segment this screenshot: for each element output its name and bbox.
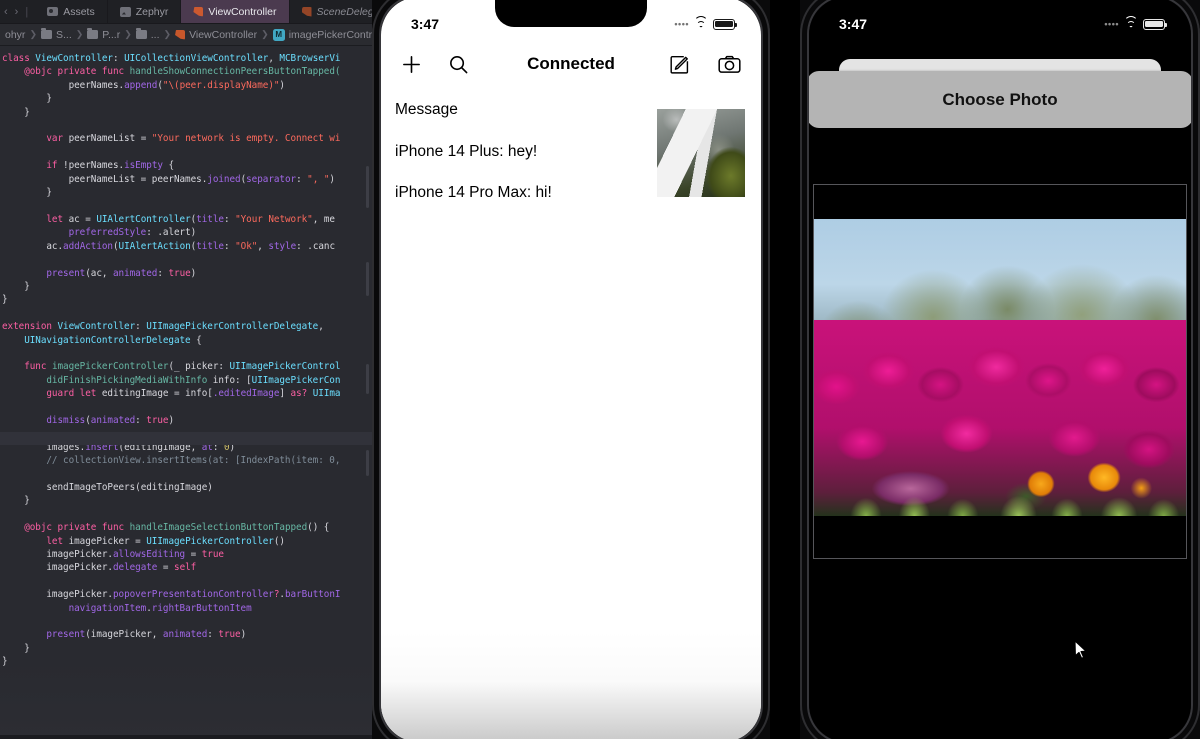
status-indicators: •••• [674,19,735,30]
status-time: 3:47 [839,16,867,32]
swift-file-icon [175,30,185,40]
message-image-thumbnail[interactable] [657,109,745,197]
nav-left-items [401,54,469,75]
breadcrumb-item-method[interactable]: imagePickerController(_:did [289,29,372,41]
back-arrow-icon[interactable]: ‹ [4,6,8,18]
chevron-right-icon: ❯ [164,29,172,40]
simulator-iphone-14-plus[interactable]: 3:47 •••• Connected [372,0,770,739]
simulator-iphone-14-pro-max[interactable]: 3:47 •••• Choose Photo [800,0,1200,739]
battery-icon [1143,19,1165,30]
device-screen[interactable]: 3:47 •••• Connected [381,0,761,739]
highlighted-line [0,432,372,445]
orange-flowers-layer [814,451,1186,504]
chevron-right-icon: ❯ [76,29,84,40]
dynamic-island [939,5,1061,39]
camera-icon[interactable] [718,54,741,75]
navigation-bar: Connected [381,41,761,87]
wifi-icon [694,19,708,30]
status-indicators: •••• [1104,19,1165,30]
chevron-right-icon: ❯ [124,29,132,40]
screen: ‹ › | Assets Zephyr ViewController Scene… [0,0,1200,739]
tab-assets[interactable]: Assets [35,0,108,23]
breadcrumb-item-1[interactable]: S... [56,29,72,41]
waterfall-photo [657,109,745,197]
xcode-editor-window: ‹ › | Assets Zephyr ViewController Scene… [0,0,372,739]
tab-label: SceneDelegate [317,6,373,18]
mouse-pointer [1074,640,1088,660]
editor-scrollbar[interactable] [366,46,369,739]
code-editor[interactable]: class ViewController: UICollectionViewCo… [0,46,372,739]
photo-preview-frame[interactable] [813,184,1187,559]
device-frame: 3:47 •••• Connected [372,0,770,739]
tab-viewcontroller[interactable]: ViewController [181,0,289,23]
editor-bottom-fade [0,659,372,739]
compose-icon[interactable] [669,54,690,75]
sheet-title: Choose Photo [942,90,1057,110]
breadcrumb-item-3[interactable]: ... [151,29,160,41]
breadcrumb-item-2[interactable]: P...r [102,29,120,41]
folder-icon [41,30,52,39]
breadcrumb-item-file[interactable]: ViewController [189,29,257,41]
battery-icon [713,19,735,30]
choose-photo-sheet[interactable]: Choose Photo [809,71,1191,128]
folder-icon [87,30,98,39]
wifi-icon [1124,19,1138,30]
zephyr-icon [120,7,131,17]
nav-divider: | [25,6,28,18]
chevron-right-icon: ❯ [29,29,37,40]
cellular-icon: •••• [674,19,689,29]
notch [495,0,647,27]
editor-bottom-bar [0,735,372,739]
editor-tab-bar: ‹ › | Assets Zephyr ViewController Scene… [0,0,372,24]
screen-bottom-fade [381,632,761,739]
swift-file-icon [193,7,203,17]
flower-photo [814,219,1186,516]
tab-label: Zephyr [136,6,169,18]
breadcrumb: ohyr ❯ S... ❯ P...r ❯ ... ❯ ViewControll… [0,24,372,46]
tab-label: Assets [63,6,95,18]
cellular-icon: •••• [1104,19,1119,29]
chevron-right-icon: ❯ [261,29,269,40]
nav-right-items [669,54,741,75]
tab-scenedelegate[interactable]: SceneDelegate [290,0,373,23]
tab-zephyr[interactable]: Zephyr [108,0,182,23]
swift-file-icon [302,7,312,17]
plus-icon[interactable] [401,54,422,75]
assets-icon [47,7,58,16]
status-time: 3:47 [411,16,439,32]
source-code[interactable]: class ViewController: UICollectionViewCo… [0,46,372,669]
message-list[interactable]: Message iPhone 14 Plus: hey! iPhone 14 P… [381,101,761,226]
tab-label: ViewController [208,6,276,18]
device-screen[interactable]: 3:47 •••• Choose Photo [809,0,1191,739]
search-icon[interactable] [448,54,469,75]
forward-arrow-icon[interactable]: › [15,6,19,18]
folder-icon [136,30,147,39]
editor-nav-arrows[interactable]: ‹ › | [0,0,35,23]
method-badge-icon: M [273,29,285,41]
device-frame: 3:47 •••• Choose Photo [800,0,1200,739]
breadcrumb-item-project[interactable]: ohyr [5,29,25,41]
